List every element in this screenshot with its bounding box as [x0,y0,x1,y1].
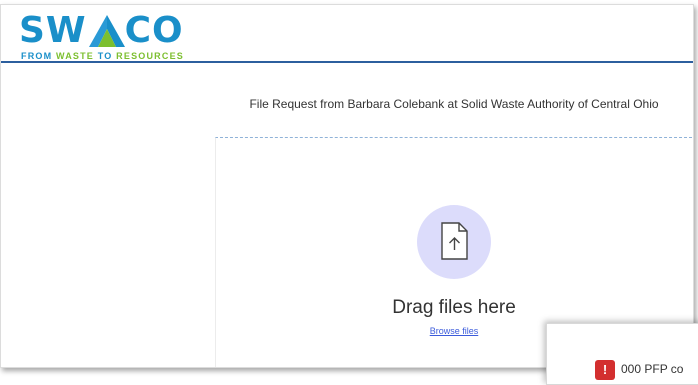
logo-a-triangle-icon [88,15,125,47]
upload-icon-circle [417,205,491,279]
notification-text: 000 PFP co [621,362,684,376]
logo-tagline: FROM WASTE TO RESOURCES [21,51,184,61]
file-request-window: SW CO FROM WASTE TO RESOURCES File Reque… [0,4,694,368]
drag-files-text: Drag files here [392,297,516,318]
notification-popup[interactable]: ! 000 PFP co [546,323,698,385]
alert-icon: ! [595,360,615,380]
file-upload-icon [441,222,468,260]
logo-wordmark: SW CO [19,10,184,51]
header: SW CO FROM WASTE TO RESOURCES [1,5,693,63]
request-title: File Request from Barbara Colebank at So… [249,97,659,111]
swaco-logo: SW CO FROM WASTE TO RESOURCES [19,10,209,62]
